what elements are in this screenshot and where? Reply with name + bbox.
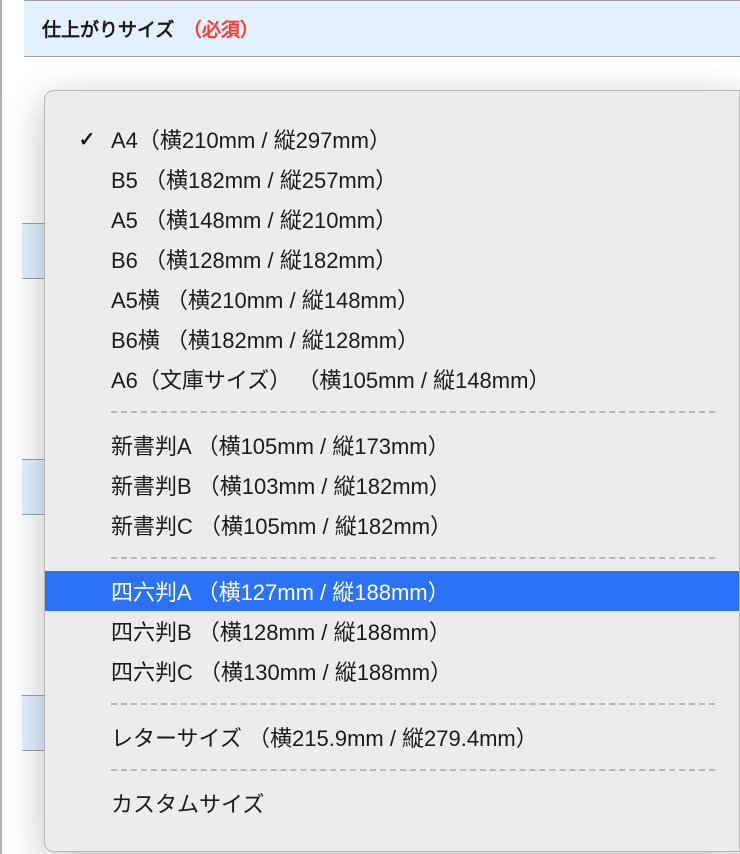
group-divider	[111, 703, 715, 705]
check-icon: ✓	[79, 127, 96, 152]
size-option[interactable]: B6横 （横182mm / 縦128mm）	[45, 319, 739, 359]
size-option[interactable]: 四六判B （横128mm / 縦188mm）	[45, 611, 739, 651]
section-header: 仕上がりサイズ （必須）	[24, 0, 740, 57]
size-option[interactable]: 新書判C （横105mm / 縦182mm）	[45, 505, 739, 545]
option-label: B5 （横182mm / 縦257mm）	[111, 163, 397, 195]
size-option[interactable]: ✓ A4（横210mm / 縦297mm）	[45, 119, 739, 159]
option-label: B6 （横128mm / 縦182mm）	[111, 243, 397, 275]
option-label: 四六判B （横128mm / 縦188mm）	[111, 615, 451, 647]
size-option[interactable]: 四六判A （横127mm / 縦188mm）	[45, 571, 739, 611]
option-label: A5 （横148mm / 縦210mm）	[111, 203, 397, 235]
option-label: 新書判C （横105mm / 縦182mm）	[111, 509, 452, 541]
size-option[interactable]: 新書判B （横103mm / 縦182mm）	[45, 465, 739, 505]
size-option[interactable]: A5 （横148mm / 縦210mm）	[45, 199, 739, 239]
option-label: 四六判C （横130mm / 縦188mm）	[111, 655, 452, 687]
size-option[interactable]: B5 （横182mm / 縦257mm）	[45, 159, 739, 199]
option-label: A6（文庫サイズ） （横105mm / 縦148mm）	[111, 363, 550, 395]
group-divider	[111, 557, 715, 559]
size-option[interactable]: カスタムサイズ	[45, 783, 739, 823]
size-dropdown[interactable]: ✓ A4（横210mm / 縦297mm） B5 （横182mm / 縦257mm）…	[44, 90, 740, 852]
required-badge: （必須）	[183, 20, 259, 41]
option-label: カスタムサイズ	[111, 787, 264, 819]
option-label: B6横 （横182mm / 縦128mm）	[111, 323, 419, 355]
section-label: 仕上がりサイズ	[42, 20, 174, 41]
option-label: 四六判A （横127mm / 縦188mm）	[111, 575, 450, 607]
size-option[interactable]: 新書判A （横105mm / 縦173mm）	[45, 425, 739, 465]
check-column: ✓	[63, 127, 111, 152]
option-label: 新書判A （横105mm / 縦173mm）	[111, 429, 450, 461]
size-option[interactable]: レターサイズ （横215.9mm / 縦279.4mm）	[45, 717, 739, 757]
size-option[interactable]: B6 （横128mm / 縦182mm）	[45, 239, 739, 279]
option-label: レターサイズ （横215.9mm / 縦279.4mm）	[111, 721, 538, 753]
size-option[interactable]: A5横 （横210mm / 縦148mm）	[45, 279, 739, 319]
option-label: A5横 （横210mm / 縦148mm）	[111, 283, 419, 315]
option-label: 新書判B （横103mm / 縦182mm）	[111, 469, 451, 501]
size-option[interactable]: 四六判C （横130mm / 縦188mm）	[45, 651, 739, 691]
size-option[interactable]: A6（文庫サイズ） （横105mm / 縦148mm）	[45, 359, 739, 399]
group-divider	[111, 411, 715, 413]
option-label: A4（横210mm / 縦297mm）	[111, 123, 391, 155]
group-divider	[111, 769, 715, 771]
